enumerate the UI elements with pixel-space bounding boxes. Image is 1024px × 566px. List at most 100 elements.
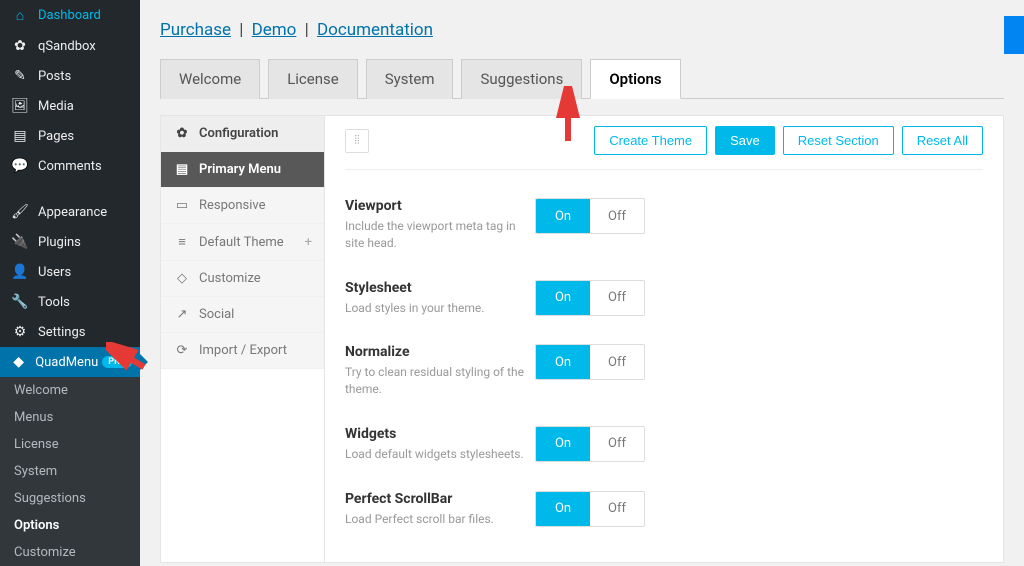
menu-item-dashboard[interactable]: ⌂Dashboard	[0, 0, 140, 31]
panel-nav-responsive[interactable]: ▭ Responsive	[161, 188, 324, 224]
setting-desc: Try to clean residual styling of the the…	[345, 364, 525, 398]
tab-license[interactable]: License	[268, 59, 358, 99]
setting-label: Perfect ScrollBar Load Perfect scroll bar…	[345, 491, 535, 528]
separator: |	[235, 20, 247, 40]
menu-item-quadmenu[interactable]: ◆ QuadMenu PRO	[0, 347, 140, 377]
toggle-on[interactable]: On	[536, 199, 590, 233]
submenu-item-menus[interactable]: Menus	[0, 404, 140, 431]
toggle[interactable]: OnOff	[535, 198, 645, 234]
expand-icon: +	[305, 235, 312, 250]
panel-nav-default-theme[interactable]: ≡Default Theme+	[161, 224, 324, 261]
content-area: Purchase | Demo | Documentation WelcomeL…	[140, 0, 1024, 536]
submenu-item-system[interactable]: System	[0, 458, 140, 485]
menu-icon: 🔧	[10, 294, 30, 310]
menu-label: Media	[38, 99, 74, 114]
nav-icon: ▭	[173, 198, 191, 213]
link-demo[interactable]: Demo	[252, 20, 297, 40]
menu-icon: ✎	[10, 68, 30, 84]
panel-nav-configuration[interactable]: ✿Configuration	[161, 116, 324, 152]
nav-label: Responsive	[199, 198, 266, 213]
menu-icon: 🔌	[10, 234, 30, 250]
menu-item-plugins[interactable]: 🔌Plugins	[0, 227, 140, 257]
toggle-off[interactable]: Off	[590, 345, 644, 379]
toggle-on[interactable]: On	[536, 281, 590, 315]
menu-item-appearance[interactable]: 🖌Appearance	[0, 197, 140, 227]
menu-label: Appearance	[38, 205, 107, 220]
nav-icon: ↗	[173, 307, 191, 322]
tabs: WelcomeLicenseSystemSuggestionsOptions	[160, 58, 1004, 99]
toggle[interactable]: OnOff	[535, 280, 645, 316]
menu-item-media[interactable]: 🖼Media	[0, 91, 140, 121]
toggle-off[interactable]: Off	[590, 281, 644, 315]
nav-label: Primary Menu	[199, 162, 281, 177]
toggle-on[interactable]: On	[536, 492, 590, 526]
menu-item-comments[interactable]: 💬Comments	[0, 151, 140, 181]
setting-title: Perfect ScrollBar	[345, 491, 535, 507]
setting-stylesheet: StylesheetLoad styles in your theme.OnOf…	[345, 266, 983, 331]
setting-widgets: Widgets Load default widgets stylesheets.…	[345, 412, 983, 477]
nav-icon: ◇	[173, 271, 191, 286]
submenu-item-license[interactable]: License	[0, 431, 140, 458]
setting-title: Viewport	[345, 198, 535, 214]
menu-label: Users	[38, 265, 71, 280]
setting-desc: Load Perfect scroll bar files.	[345, 511, 525, 528]
top-links: Purchase | Demo | Documentation	[160, 10, 1004, 58]
create-theme-button[interactable]: Create Theme	[594, 126, 707, 155]
toggle-off[interactable]: Off	[590, 199, 644, 233]
toggle-on[interactable]: On	[536, 345, 590, 379]
tab-welcome[interactable]: Welcome	[160, 59, 260, 99]
grip-icon[interactable]: ⦙⦙	[345, 129, 369, 153]
menu-item-qsandbox[interactable]: ✿qSandbox	[0, 31, 140, 61]
menu-label: Posts	[38, 69, 71, 84]
toggle-on[interactable]: On	[536, 427, 590, 461]
nav-label: Default Theme	[199, 235, 284, 250]
menu-label: Tools	[38, 295, 70, 310]
separator: |	[301, 20, 313, 40]
setting-desc: Include the viewport meta tag in site he…	[345, 218, 525, 252]
options-panel: ✿Configuration▤Primary Menu▭Responsive≡D…	[160, 115, 1004, 563]
setting-title: Widgets	[345, 426, 535, 442]
menu-item-pages[interactable]: ▤Pages	[0, 121, 140, 151]
submenu: WelcomeMenusLicenseSystemSuggestionsOpti…	[0, 377, 140, 566]
setting-label: Normalize Try to clean residual styling o…	[345, 344, 535, 398]
reset-all-button[interactable]: Reset All	[902, 126, 983, 155]
reset-section-button[interactable]: Reset Section	[783, 126, 894, 155]
panel-nav-primary-menu[interactable]: ▤Primary Menu	[161, 152, 324, 188]
panel-nav-customize[interactable]: ◇Customize	[161, 261, 324, 297]
panel-nav-import-export[interactable]: ⟳ Import / Export	[161, 333, 324, 369]
save-button[interactable]: Save	[715, 126, 775, 155]
nav-icon: ⟳	[173, 343, 191, 358]
link-purchase[interactable]: Purchase	[160, 20, 231, 40]
tab-system[interactable]: System	[366, 59, 454, 99]
menu-item-users[interactable]: 👤Users	[0, 257, 140, 287]
menu-item-tools[interactable]: 🔧 Tools	[0, 287, 140, 317]
submenu-item-customize[interactable]: Customize	[0, 539, 140, 566]
toggle-off[interactable]: Off	[590, 427, 644, 461]
menu-icon: 💬	[10, 158, 30, 174]
toggle-off[interactable]: Off	[590, 492, 644, 526]
nav-label: Import / Export	[199, 343, 287, 358]
tab-options[interactable]: Options	[590, 59, 680, 99]
submenu-item-welcome[interactable]: Welcome	[0, 377, 140, 404]
panel-body: ⦙⦙ Create Theme Save Reset Section Reset…	[325, 116, 1003, 562]
panel-nav-social[interactable]: ↗ Social	[161, 297, 324, 333]
menu-icon: ⚙	[10, 324, 30, 340]
link-documentation[interactable]: Documentation	[317, 20, 433, 40]
setting-perfect-scrollbar: Perfect ScrollBar Load Perfect scroll bar…	[345, 477, 983, 542]
menu-icon: ✿	[10, 38, 30, 54]
menu-item-posts[interactable]: ✎ Posts	[0, 61, 140, 91]
menu-icon: ▤	[10, 128, 30, 144]
setting-label: Widgets Load default widgets stylesheets.	[345, 426, 535, 463]
toggle[interactable]: OnOff	[535, 491, 645, 527]
toggle[interactable]: OnOff	[535, 344, 645, 380]
setting-desc: Load default widgets stylesheets.	[345, 446, 525, 463]
setting-title: Normalize	[345, 344, 535, 360]
tab-suggestions[interactable]: Suggestions	[461, 59, 582, 99]
setting-viewport: Viewport Include the viewport meta tag in…	[345, 184, 983, 266]
nav-icon: ✿	[173, 126, 191, 141]
submenu-item-options[interactable]: Options	[0, 512, 140, 539]
submenu-item-suggestions[interactable]: Suggestions	[0, 485, 140, 512]
menu-item-settings[interactable]: ⚙Settings	[0, 317, 140, 347]
toggle[interactable]: OnOff	[535, 426, 645, 462]
nav-label: Social	[199, 307, 234, 322]
